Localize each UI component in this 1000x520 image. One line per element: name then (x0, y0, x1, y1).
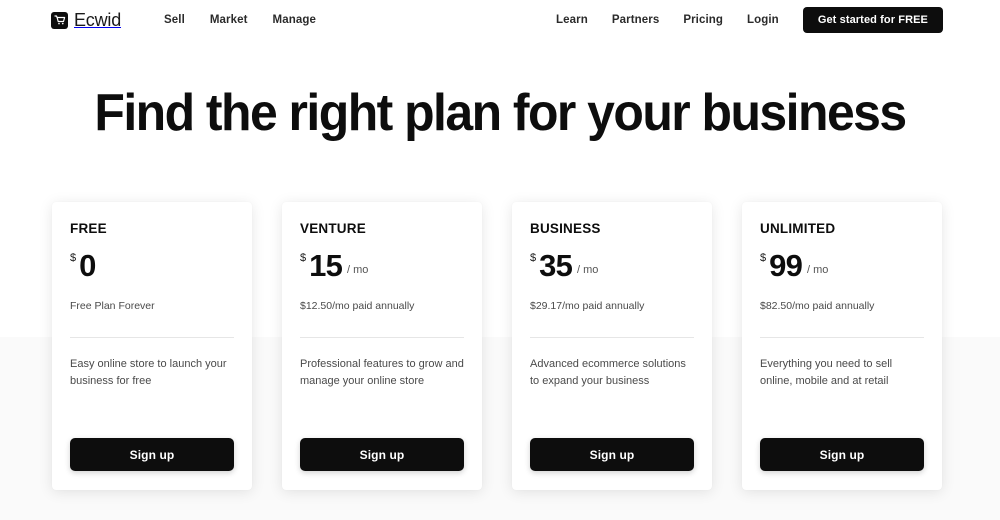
nav-item-login[interactable]: Login (747, 14, 779, 26)
plan-description: Everything you need to sell online, mobi… (760, 357, 893, 387)
price-currency: $ (530, 252, 537, 265)
plan-note: Free Plan Forever (70, 300, 155, 313)
price-amount: 0 (79, 247, 96, 283)
pricing-card-free[interactable]: FREE $ 0 Free Plan Forever Easy online s… (52, 202, 252, 490)
nav-item-manage[interactable]: Manage (273, 14, 316, 26)
price-period: / mo (807, 264, 829, 277)
nav-item-partners[interactable]: Partners (612, 14, 659, 26)
signup-button[interactable]: Sign up (70, 438, 234, 471)
site-header: Ecwid Sell Market Manage Learn Partners … (0, 0, 1000, 40)
signup-button[interactable]: Sign up (530, 438, 694, 471)
signup-button[interactable]: Sign up (300, 438, 464, 471)
primary-nav: Sell Market Manage (164, 14, 316, 26)
card-divider (530, 336, 694, 338)
price-period: / mo (577, 264, 599, 277)
pricing-cards: FREE $ 0 Free Plan Forever Easy online s… (52, 202, 952, 492)
plan-price: $ 35 / mo (530, 247, 694, 283)
price-currency: $ (760, 252, 767, 265)
card-divider (300, 336, 464, 338)
nav-item-learn[interactable]: Learn (556, 14, 588, 26)
plan-name: UNLIMITED (758, 221, 838, 239)
nav-item-sell[interactable]: Sell (164, 14, 185, 26)
logo-link[interactable]: Ecwid (51, 10, 121, 31)
plan-note: $29.17/mo paid annually (530, 300, 645, 313)
page-title: Find the right plan for your business (94, 84, 907, 142)
price-amount: 35 (539, 247, 573, 283)
plan-description: Advanced ecommerce solutions to expand y… (530, 357, 686, 387)
plan-price: $ 99 / mo (760, 247, 924, 283)
pricing-card-venture[interactable]: VENTURE $ 15 / mo $12.50/mo paid annuall… (282, 202, 482, 490)
pricing-page: Ecwid Sell Market Manage Learn Partners … (0, 0, 1000, 520)
nav-item-market[interactable]: Market (210, 14, 248, 26)
plan-name: BUSINESS (529, 221, 603, 239)
card-divider (70, 336, 234, 338)
plan-name: VENTURE (299, 221, 368, 239)
plan-description: Easy online store to launch your busines… (70, 357, 227, 387)
nav-item-pricing[interactable]: Pricing (683, 14, 723, 26)
signup-button[interactable]: Sign up (760, 438, 924, 471)
pricing-card-business[interactable]: BUSINESS $ 35 / mo $29.17/mo paid annual… (512, 202, 712, 490)
price-currency: $ (300, 252, 307, 265)
secondary-nav: Learn Partners Pricing Login Get started… (556, 7, 943, 33)
plan-note: $82.50/mo paid annually (760, 300, 875, 313)
get-started-button[interactable]: Get started for FREE (802, 7, 943, 33)
shopping-cart-icon (51, 11, 68, 29)
price-period: / mo (347, 264, 369, 277)
logo-text: Ecwid (74, 9, 122, 30)
price-amount: 99 (769, 247, 803, 283)
pricing-card-unlimited[interactable]: UNLIMITED $ 99 / mo $82.50/mo paid annua… (742, 202, 942, 490)
plan-price: $ 0 (70, 247, 234, 283)
plan-price: $ 15 / mo (300, 247, 464, 283)
card-divider (760, 336, 924, 338)
price-amount: 15 (309, 247, 343, 283)
plan-name: FREE (69, 221, 109, 239)
plan-description: Professional features to grow and manage… (300, 357, 464, 387)
price-currency: $ (70, 252, 77, 265)
plan-note: $12.50/mo paid annually (300, 300, 415, 313)
